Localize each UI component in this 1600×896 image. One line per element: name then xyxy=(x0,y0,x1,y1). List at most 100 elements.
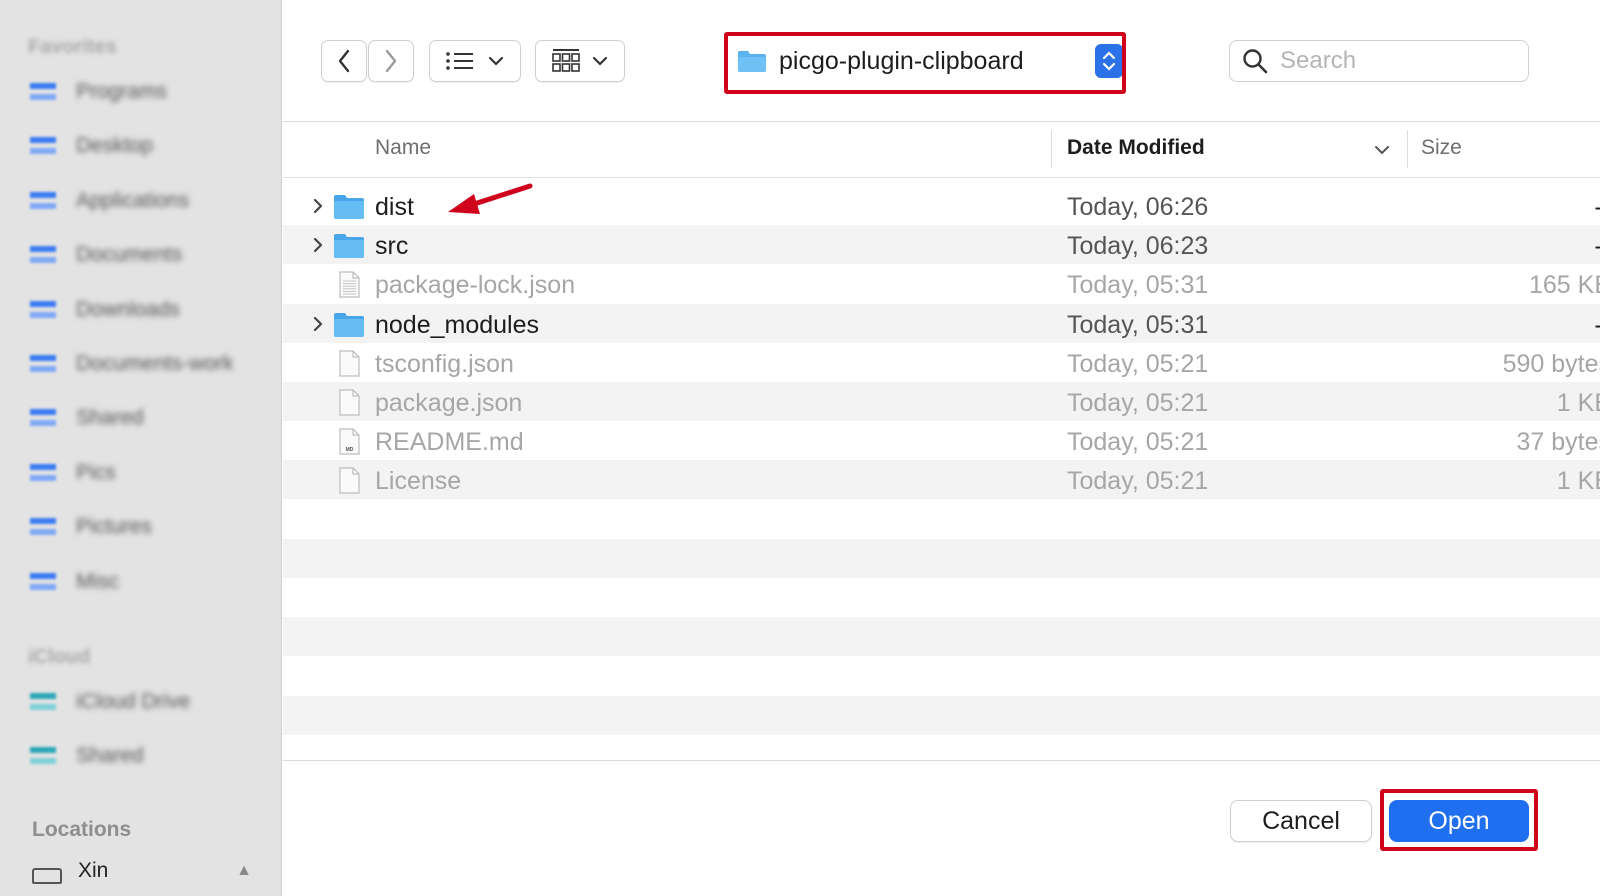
column-header: Name Date Modified Size xyxy=(283,122,1600,178)
file-list: dist Today, 06:26 -- src Today, 06:23 -- packa… xyxy=(283,186,1600,760)
sidebar-favorites-heading: Favorites xyxy=(28,36,117,58)
file-name: package-lock.json xyxy=(375,271,576,300)
file-name: node_modules xyxy=(375,310,540,339)
file-date: Today, 05:31 xyxy=(1067,271,1209,300)
sidebar-item-favorite[interactable]: Documents xyxy=(28,235,268,275)
sidebar-item-favorite[interactable]: Downloads xyxy=(28,290,268,330)
folder-icon xyxy=(28,514,60,540)
sidebar-item-label: Programs xyxy=(76,80,168,103)
file-row: License Today, 05:21 1 KB xyxy=(283,460,1600,500)
sidebar-item-favorite[interactable]: Desktop xyxy=(28,126,268,166)
folder-icon xyxy=(28,133,60,159)
folder-icon xyxy=(28,242,60,268)
sidebar-item-icloud[interactable]: iCloud Drive xyxy=(28,682,268,722)
folder-icon xyxy=(334,312,364,337)
grid-icon xyxy=(552,49,580,72)
column-size[interactable]: Size xyxy=(1421,136,1462,160)
sidebar-item-label: Shared xyxy=(76,744,144,767)
sidebar-item-favorite[interactable]: Pics xyxy=(28,453,268,493)
eject-icon[interactable]: ▲ xyxy=(236,862,252,880)
folder-icon xyxy=(28,297,60,323)
file-name: README.md xyxy=(375,428,524,457)
cloud-folder-icon xyxy=(28,689,60,715)
file-date: Today, 06:23 xyxy=(1067,232,1209,261)
folder-icon xyxy=(28,569,60,595)
empty-row xyxy=(283,617,1600,657)
document-icon xyxy=(339,467,360,494)
sidebar-item-favorite[interactable]: Documents-work xyxy=(28,344,268,384)
folder-icon xyxy=(28,405,60,431)
folder-icon xyxy=(28,188,60,214)
sidebar-location-label: Xin xyxy=(78,859,109,882)
list-view-button[interactable] xyxy=(429,40,521,82)
chevron-down-icon xyxy=(488,56,504,66)
folder-icon xyxy=(28,351,60,377)
sidebar-icloud-heading: iCloud xyxy=(28,646,91,668)
search-field[interactable]: Search xyxy=(1229,40,1529,82)
sidebar-item-label: Documents xyxy=(76,243,183,267)
annotation-arrow xyxy=(448,183,533,214)
disclosure-chevron-icon[interactable] xyxy=(311,196,325,216)
column-date-modified[interactable]: Date Modified xyxy=(1067,136,1205,160)
empty-row xyxy=(283,500,1600,539)
file-date: Today, 05:21 xyxy=(1067,389,1209,417)
file-date: Today, 05:21 xyxy=(1067,349,1209,378)
dialog-footer: Cancel Open xyxy=(283,760,1600,896)
cloud-folder-icon xyxy=(28,743,60,769)
column-divider[interactable] xyxy=(1407,130,1408,168)
sidebar-item-location[interactable]: Xin ▲ xyxy=(32,858,252,884)
cancel-button[interactable]: Cancel xyxy=(1230,800,1372,842)
file-name: src xyxy=(375,232,409,261)
chevron-right-icon xyxy=(385,49,397,73)
sidebar-item-favorite[interactable]: Misc xyxy=(28,562,268,602)
sidebar-item-label: Misc xyxy=(76,569,120,593)
sidebar-item-label: Desktop xyxy=(76,134,154,158)
file-name: License xyxy=(375,467,462,496)
sidebar-item-favorite[interactable]: Applications xyxy=(28,181,268,221)
file-size: -- xyxy=(1411,311,1600,340)
svg-text:MD: MD xyxy=(346,447,354,453)
file-size: -- xyxy=(1411,232,1600,261)
folder-icon xyxy=(28,460,60,486)
file-row[interactable]: src Today, 06:23 -- xyxy=(283,225,1600,265)
file-name: tsconfig.json xyxy=(375,349,514,378)
chevron-left-icon xyxy=(338,49,350,73)
sidebar-locations-heading: Locations xyxy=(32,818,132,841)
empty-row xyxy=(283,695,1600,735)
column-divider[interactable] xyxy=(1051,130,1052,168)
column-name[interactable]: Name xyxy=(375,136,431,160)
file-date: Today, 05:21 xyxy=(1067,467,1209,496)
sidebar-item-favorite[interactable]: Pictures xyxy=(28,507,268,547)
disclosure-chevron-icon[interactable] xyxy=(311,235,325,255)
file-date: Today, 06:26 xyxy=(1067,193,1209,221)
grid-view-button[interactable] xyxy=(535,40,625,82)
forward-button[interactable] xyxy=(368,40,414,82)
file-row: tsconfig.json Today, 05:21 590 bytes xyxy=(283,343,1600,382)
file-size: 1 KB xyxy=(1556,389,1600,417)
file-size: 165 KB xyxy=(1528,271,1600,300)
back-button[interactable] xyxy=(321,40,367,82)
file-size: 1 KB xyxy=(1556,467,1600,496)
document-icon xyxy=(339,271,360,298)
file-row[interactable]: node_modules Today, 05:31 -- xyxy=(283,303,1600,343)
chevron-down-icon xyxy=(592,56,608,66)
file-row: package-lock.json Today, 05:31 165 KB xyxy=(283,264,1600,303)
file-size: -- xyxy=(1411,193,1600,222)
sidebar-item-favorite[interactable]: Shared xyxy=(28,398,268,438)
list-icon xyxy=(446,52,473,70)
sort-chevron-down-icon[interactable] xyxy=(1373,144,1391,156)
file-name: dist xyxy=(375,193,414,221)
sidebar-item-icloud[interactable]: Shared xyxy=(28,736,268,776)
file-size: 590 bytes xyxy=(1502,349,1600,378)
search-placeholder: Search xyxy=(1280,47,1357,74)
sidebar-item-favorite[interactable]: Programs xyxy=(28,72,268,112)
file-row: MD README.md Today, 05:21 37 bytes xyxy=(283,421,1600,460)
disclosure-chevron-icon[interactable] xyxy=(311,314,325,334)
document-icon: MD xyxy=(339,428,360,455)
highlight-box-path xyxy=(724,32,1126,94)
sidebar-item-label: Documents-work xyxy=(76,352,234,375)
document-icon xyxy=(339,350,360,377)
file-date: Today, 05:21 xyxy=(1067,428,1209,457)
file-row: package.json Today, 05:21 1 KB xyxy=(283,382,1600,421)
document-icon xyxy=(339,389,360,416)
